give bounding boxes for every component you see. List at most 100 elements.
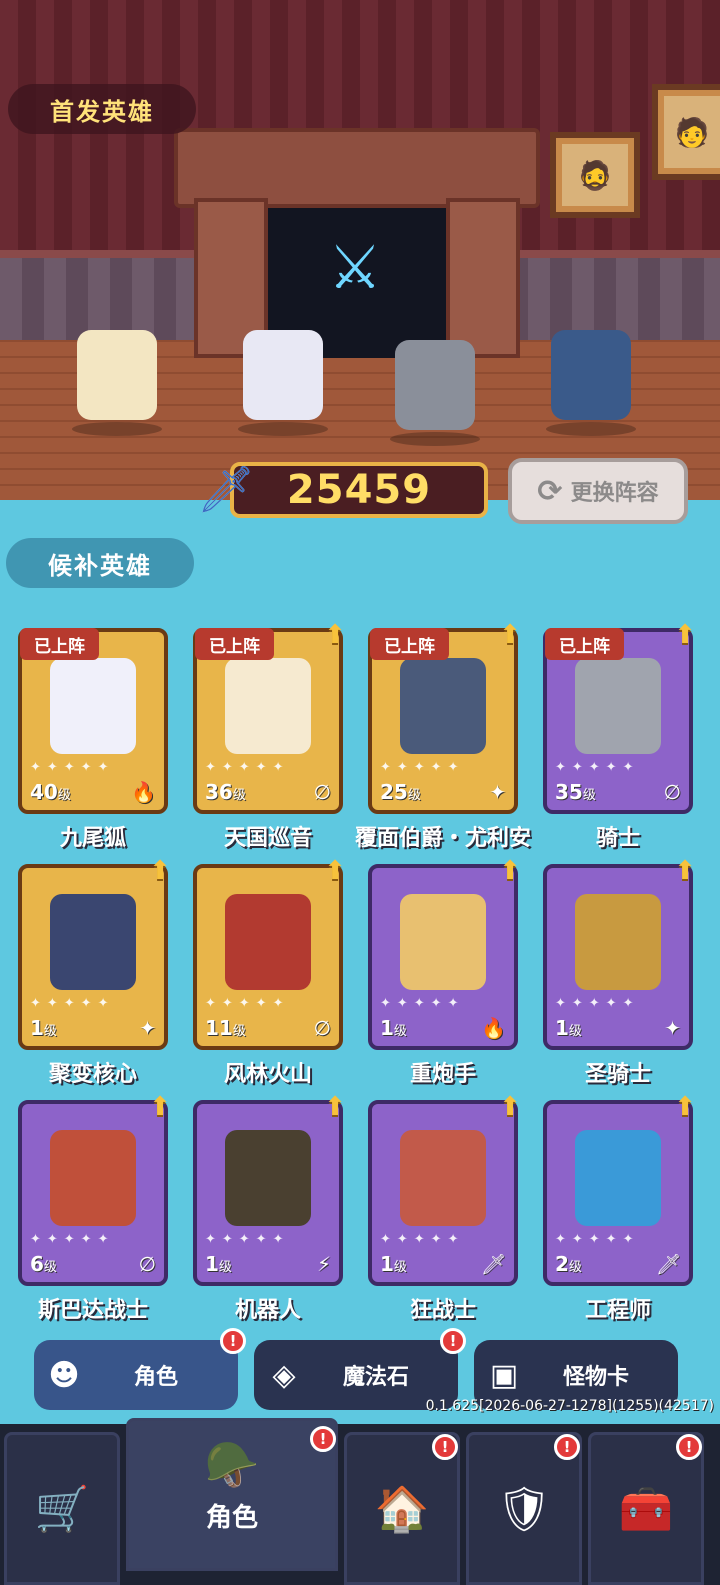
element-icon: 🗡 [480, 1252, 506, 1276]
shop-icon: 🛒 [34, 1483, 90, 1535]
upgrade-arrow-icon: ⬆ [499, 856, 521, 886]
lineup-hero-knight[interactable] [370, 320, 500, 446]
element-icon: ∅ [313, 1016, 331, 1040]
hero-level: 1级 [380, 1252, 407, 1276]
element-icon: ⚡ [316, 1252, 331, 1276]
hero-card[interactable]: ✦✦✦✦✦ 1级 🔥 ⬆ [368, 856, 521, 1050]
hero-portrait [50, 1130, 136, 1226]
hero-portrait [400, 1130, 486, 1226]
hero-card[interactable]: ✦✦✦✦✦ 36级 ∅ 已上阵 ⬆ [193, 620, 346, 814]
upgrade-arrow-icon: ⬆ [674, 856, 696, 886]
upgrade-arrow-icon: ⬆ [499, 620, 521, 650]
alert-badge: ! [554, 1434, 580, 1460]
hero-card[interactable]: ✦✦✦✦✦ 40级 🔥 已上阵 [18, 628, 168, 814]
hero-card[interactable]: ✦✦✦✦✦ 1级 ⚡ ⬆ [193, 1092, 346, 1286]
upgrade-arrow-icon: ⬆ [674, 1092, 696, 1122]
team-power: 25459 🗡 [186, 456, 490, 522]
subtab-character[interactable]: ☻ 角色 [34, 1340, 238, 1410]
star-rating: ✦✦✦✦✦ [555, 996, 640, 1011]
hero-level: 1级 [380, 1016, 407, 1040]
nav-shop[interactable]: 🛒 [4, 1432, 120, 1585]
hero-card[interactable]: ✦✦✦✦✦ 1级 ✦ ⬆ [18, 856, 171, 1050]
element-icon: ∅ [138, 1252, 156, 1276]
bottom-nav: 🛒 🪖 角色 ! 🏠 ! 🛡 ! 🧰 ! [0, 1418, 720, 1585]
hero-card[interactable]: ✦✦✦✦✦ 1级 🗡 ⬆ [368, 1092, 521, 1286]
deployed-badge: 已上阵 [545, 628, 624, 660]
change-lineup-label: 更换阵容 [570, 481, 659, 506]
deployed-badge: 已上阵 [195, 628, 274, 660]
star-rating: ✦✦✦✦✦ [380, 996, 465, 1011]
element-icon: 🔥 [131, 780, 156, 804]
lineup-hero-angel[interactable] [52, 310, 182, 436]
hero-name: 圣骑士 [584, 1062, 651, 1087]
hero-level: 1级 [205, 1252, 232, 1276]
hero-level: 25级 [380, 780, 421, 804]
hero-level: 11级 [205, 1016, 246, 1040]
star-rating: ✦✦✦✦✦ [205, 996, 290, 1011]
element-icon: ✦ [664, 1016, 681, 1040]
hero-level: 2级 [555, 1252, 582, 1276]
hero-portrait [225, 894, 311, 990]
element-icon: ✦ [489, 780, 506, 804]
monster-card-icon: ▣ [489, 1357, 519, 1393]
element-icon: ∅ [663, 780, 681, 804]
star-rating: ✦✦✦✦✦ [30, 996, 115, 1011]
hero-portrait [225, 658, 311, 754]
star-rating: ✦✦✦✦✦ [205, 760, 290, 775]
element-icon: 🔥 [481, 1016, 506, 1040]
nav-character-label: 角色 [205, 1503, 258, 1533]
alert-badge: ! [676, 1434, 702, 1460]
hero-card[interactable]: ✦✦✦✦✦ 11级 ∅ ⬆ [193, 856, 346, 1050]
upgrade-arrow-icon: ⬆ [324, 856, 346, 886]
star-rating: ✦✦✦✦✦ [555, 760, 640, 775]
lineup-hero-fox[interactable] [218, 310, 348, 436]
lineup-hero-count[interactable] [526, 310, 656, 436]
star-rating: ✦✦✦✦✦ [555, 1232, 640, 1247]
nav-character[interactable]: 🪖 角色 [126, 1418, 338, 1571]
hero-card[interactable]: ✦✦✦✦✦ 6级 ∅ ⬆ [18, 1092, 171, 1286]
hero-portrait [225, 1130, 311, 1226]
hero-level: 35级 [555, 780, 596, 804]
hero-name: 工程师 [584, 1298, 651, 1323]
hero-card[interactable]: ✦✦✦✦✦ 35级 ∅ 已上阵 ⬆ [543, 620, 696, 814]
element-icon: ∅ [313, 780, 331, 804]
hero-portrait [50, 658, 136, 754]
alert-badge: ! [440, 1328, 466, 1354]
hero-level: 1级 [30, 1016, 57, 1040]
change-lineup-button[interactable]: ⟳ 更换阵容 [508, 458, 688, 524]
power-value: 25459 [230, 462, 488, 518]
character-icon: 🪖 [204, 1440, 260, 1491]
lineup-scene: 🧔 🧑 ⚔ [0, 0, 720, 500]
star-rating: ✦✦✦✦✦ [380, 1232, 465, 1247]
alert-badge: ! [310, 1426, 336, 1452]
guild-icon: 🛡 [496, 1483, 552, 1535]
hero-portrait [575, 894, 661, 990]
hero-portrait [575, 1130, 661, 1226]
hero-card[interactable]: ✦✦✦✦✦ 25级 ✦ 已上阵 ⬆ [368, 620, 521, 814]
hero-card[interactable]: ✦✦✦✦✦ 2级 🗡 ⬆ [543, 1092, 696, 1286]
version-text: 0.1.625[2026-06-27-1278](1255)(42517) [425, 1398, 714, 1414]
hero-level: 40级 [30, 780, 71, 804]
hero-name: 骑士 [595, 826, 640, 851]
character-icon: ☻ [48, 1357, 80, 1393]
hero-card[interactable]: ✦✦✦✦✦ 1级 ✦ ⬆ [543, 856, 696, 1050]
home-icon: 🏠 [374, 1483, 430, 1535]
treasure-icon: 🧰 [618, 1483, 674, 1535]
starter-heroes-title: 首发英雄 [8, 84, 196, 134]
crossed-swords-icon: ⚔ [328, 233, 382, 303]
deployed-badge: 已上阵 [20, 628, 99, 660]
magic-stone-icon: ◈ [272, 1357, 296, 1393]
bench-heroes-title: 候补英雄 [6, 538, 194, 588]
hero-level: 1级 [555, 1016, 582, 1040]
element-icon: 🗡 [655, 1252, 681, 1276]
wall-portrait: 🧑 [652, 84, 720, 180]
star-rating: ✦✦✦✦✦ [30, 760, 115, 775]
hero-portrait [400, 894, 486, 990]
wall-portrait: 🧔 [550, 132, 640, 218]
hero-portrait [575, 658, 661, 754]
star-rating: ✦✦✦✦✦ [380, 760, 465, 775]
element-icon: ✦ [139, 1016, 156, 1040]
hero-level: 6级 [30, 1252, 57, 1276]
upgrade-arrow-icon: ⬆ [499, 1092, 521, 1122]
alert-badge: ! [432, 1434, 458, 1460]
